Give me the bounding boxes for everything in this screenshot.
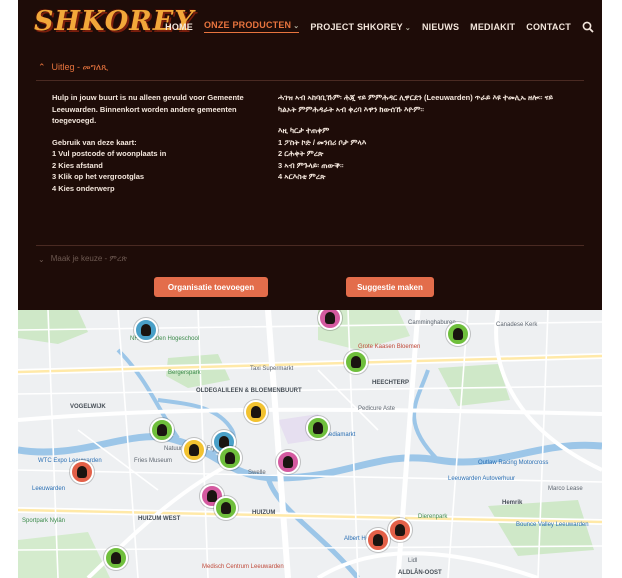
- nav-onze-producten[interactable]: ONZE PRODUCTEN ⌄: [203, 20, 300, 33]
- organisatie-toevoegen-button[interactable]: Organisatie toevoegen: [154, 277, 268, 297]
- map-marker[interactable]: [388, 518, 412, 542]
- map-label: HEECHTERP: [372, 380, 410, 386]
- map-label: Marco Lease: [548, 486, 583, 492]
- nav-contact[interactable]: CONTACT: [526, 22, 571, 32]
- steps-title-dutch: Gebruik van deze kaart:: [52, 137, 137, 147]
- nav-mediakit[interactable]: MEDIAKIT: [470, 22, 515, 32]
- nav-nieuws[interactable]: NIEUWS: [422, 22, 459, 32]
- map-marker[interactable]: [306, 416, 330, 440]
- map-label: Sportpark Nylân: [22, 518, 66, 524]
- map-marker[interactable]: [344, 350, 368, 374]
- maak-keuze-label: Maak je keuze - ምረጽ: [50, 254, 128, 263]
- map-label: Hemrik: [502, 500, 523, 506]
- chevron-down-icon: ⌄: [38, 254, 45, 264]
- page-frame: SHKOREY HOME ONZE PRODUCTEN ⌄ PROJECT SHK…: [18, 0, 602, 578]
- step-dutch: 2 Kies afstand: [52, 160, 103, 170]
- map-label: Outlaw Racing Motorcross: [478, 460, 549, 466]
- map-label: Fries Museum: [134, 458, 173, 464]
- map-label: HUIZUM: [252, 510, 276, 516]
- suggestie-maken-button[interactable]: Suggestie maken: [346, 277, 434, 297]
- map-label: WTC Expo Leeuwarden: [38, 458, 102, 464]
- uitleg-title: Uitleg - መግለጺ: [51, 62, 109, 72]
- map-marker[interactable]: [446, 322, 470, 346]
- step-dutch: 4 Kies onderwerp: [52, 183, 115, 193]
- maak-keuze-toggle[interactable]: ⌄ Maak je keuze - ምረጽ: [38, 254, 127, 264]
- map-label: Bergerspark: [168, 370, 201, 376]
- map-base: [18, 310, 602, 578]
- map-label: Pedicure Aste: [358, 406, 396, 412]
- step-dutch: 3 Klik op het vergrootglas: [52, 172, 145, 181]
- map-label: ALDLÂN-OOST: [398, 570, 442, 576]
- intro-dutch: Hulp in jouw buurt is nu alleen gevuld v…: [52, 93, 244, 125]
- map-label: Medisch Centrum Leeuwarden: [202, 564, 284, 570]
- search-icon[interactable]: [582, 21, 594, 33]
- step-tigrinya: 4 ኣርእስቲ ምረጽ: [278, 172, 326, 181]
- map-marker[interactable]: [134, 318, 158, 342]
- map-label: Grote Kaasen Bloemen: [358, 344, 421, 350]
- map-label: Bounce Valley Leeuwarden: [516, 522, 589, 528]
- divider: [36, 80, 584, 81]
- map-marker[interactable]: [366, 528, 390, 552]
- intro-tigrinya: ሓገዝ ኣብ ኣከባቢኹም፡ ሕጂ ናይ ምምሕዳር ሊዋርደን (Leeuwa…: [278, 93, 554, 114]
- map-label: VOGELWIJK: [70, 404, 106, 410]
- step-dutch: 1 Vul postcode of woonplaats in: [52, 149, 167, 158]
- map-label: OLDEGALILEEN & BLOEMENBUURT: [196, 388, 302, 394]
- map-marker[interactable]: [182, 438, 206, 462]
- map-marker[interactable]: [218, 446, 242, 470]
- map-label: Leeuwarden Autoverhuur: [448, 476, 516, 482]
- map-marker[interactable]: [70, 460, 94, 484]
- map-label: Canadese Kerk: [496, 322, 538, 328]
- map-label: Taxi Supermarkt: [250, 366, 294, 372]
- nav-project-shkorey[interactable]: PROJECT SHKOREY ⌄: [310, 22, 411, 32]
- map-label: Swelle: [248, 470, 266, 476]
- step-tigrinya: 2 ርሕቀት ምረጽ: [278, 149, 324, 158]
- map-view[interactable]: NHL Stenden Hogeschool Bergerspark Taxi …: [18, 310, 602, 578]
- map-label: HUIZUM WEST: [138, 516, 181, 522]
- chevron-up-icon: ⌃: [38, 62, 46, 72]
- map-marker[interactable]: [104, 546, 128, 570]
- uitleg-dutch: Hulp in jouw buurt is nu alleen gevuld v…: [52, 92, 264, 194]
- uitleg-tigrinya: ሓገዝ ኣብ ኣከባቢኹም፡ ሕጂ ናይ ምምሕዳር ሊዋርደን (Leeuwa…: [278, 92, 568, 183]
- steps-title-tigrinya: እዚ ካርታ ተጠቀም: [278, 126, 330, 135]
- map-marker[interactable]: [150, 418, 174, 442]
- uitleg-toggle[interactable]: ⌃ Uitleg - መግለጺ: [38, 62, 108, 73]
- map-marker[interactable]: [276, 450, 300, 474]
- info-panel: ⌃ Uitleg - መግለጺ Hulp in jouw buurt is nu…: [18, 54, 602, 310]
- nav-home[interactable]: HOME: [165, 22, 193, 32]
- map-marker[interactable]: [244, 400, 268, 424]
- map-marker[interactable]: [214, 496, 238, 520]
- site-header: SHKOREY HOME ONZE PRODUCTEN ⌄ PROJECT SHK…: [18, 0, 602, 54]
- step-tigrinya: 1 ፖስት ኮድ / መንበሪ ቦታ ምላእ: [278, 137, 367, 147]
- main-nav: HOME ONZE PRODUCTEN ⌄ PROJECT SHKOREY ⌄ NI…: [165, 20, 594, 33]
- divider: [36, 245, 584, 246]
- map-label: Leeuwarden: [32, 486, 66, 492]
- map-label: Dierenpark: [418, 514, 448, 520]
- map-label: Lidl: [408, 558, 418, 564]
- step-tigrinya: 3 ኣብ ምጉላይ፡ ጠውቕ።: [278, 160, 344, 170]
